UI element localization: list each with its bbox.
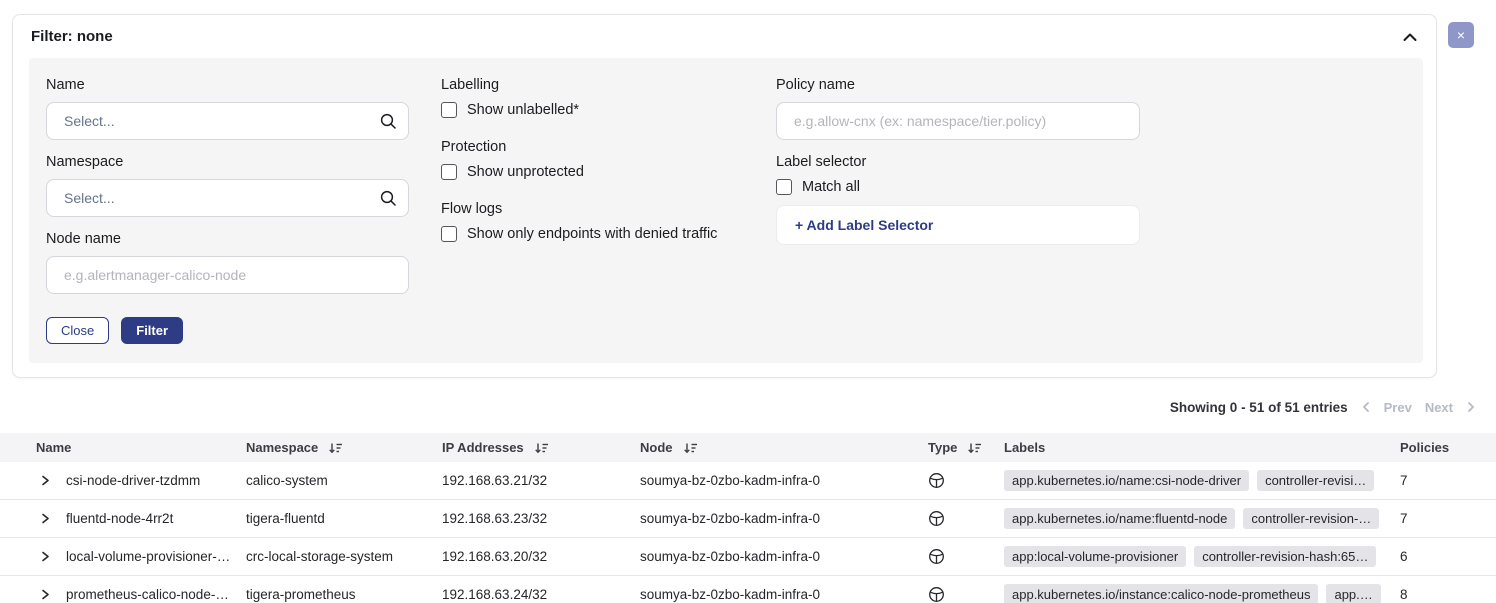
endpoint-name[interactable]: prometheus-calico-node-… xyxy=(66,587,229,602)
filter-column-left: Name Namespace Node name xyxy=(46,58,409,344)
endpoint-ip: 192.168.63.24/32 xyxy=(442,587,547,602)
next-chevron-icon[interactable] xyxy=(1466,402,1476,412)
expand-row-icon[interactable] xyxy=(36,586,54,603)
add-label-selector-button[interactable]: + Add Label Selector xyxy=(776,205,1140,245)
column-header-ip-addresses[interactable]: IP Addresses xyxy=(442,440,640,455)
policy-name-input[interactable] xyxy=(776,102,1140,140)
filter-panel-header: Filter: none xyxy=(13,15,1436,58)
pod-icon xyxy=(928,548,945,565)
prev-chevron-icon[interactable] xyxy=(1361,402,1371,412)
node-name-field-label: Node name xyxy=(46,231,409,247)
filter-button[interactable]: Filter xyxy=(121,317,183,344)
label-chip: app:local-volume-provisioner xyxy=(1004,546,1186,567)
checkbox-icon xyxy=(776,179,792,195)
label-chip: app.kubernetes.io/instance:calico-node-p… xyxy=(1004,584,1318,603)
filter-column-middle: Labelling Show unlabelled* Protection Sh… xyxy=(441,58,771,242)
show-unprotected-checkbox[interactable]: Show unprotected xyxy=(441,164,771,180)
labelling-section-label: Labelling xyxy=(441,77,771,93)
expand-row-icon[interactable] xyxy=(36,510,54,528)
endpoint-ip: 192.168.63.23/32 xyxy=(442,511,547,526)
pod-icon xyxy=(928,586,945,603)
denied-traffic-checkbox[interactable]: Show only endpoints with denied traffic xyxy=(441,226,771,242)
prev-page-link[interactable]: Prev xyxy=(1384,400,1412,415)
sort-icon xyxy=(967,441,982,455)
pager: Prev Next xyxy=(1361,400,1476,415)
checkbox-icon xyxy=(441,102,457,118)
label-selector-section-label: Label selector xyxy=(776,154,1140,170)
flow-logs-section-label: Flow logs xyxy=(441,201,771,217)
name-select-input[interactable] xyxy=(46,102,409,140)
namespace-select-input[interactable] xyxy=(46,179,409,217)
table-row: csi-node-driver-tzdmm calico-system 192.… xyxy=(0,462,1496,500)
endpoint-namespace: tigera-prometheus xyxy=(246,587,356,602)
sort-icon xyxy=(328,441,343,455)
label-chip: app.kubernetes.io/name:csi-node-driver xyxy=(1004,470,1249,491)
endpoint-namespace: crc-local-storage-system xyxy=(246,549,393,564)
pod-icon xyxy=(928,510,945,527)
label-chip: app.… xyxy=(1326,584,1380,603)
policy-name-field-label: Policy name xyxy=(776,77,1140,93)
denied-traffic-label: Show only endpoints with denied traffic xyxy=(467,226,717,242)
table-row: fluentd-node-4rr2t tigera-fluentd 192.16… xyxy=(0,500,1496,538)
show-unlabelled-label: Show unlabelled* xyxy=(467,102,579,118)
endpoint-namespace: calico-system xyxy=(246,473,328,488)
expand-row-icon[interactable] xyxy=(36,472,54,490)
table-row: local-volume-provisioner-… crc-local-sto… xyxy=(0,538,1496,576)
collapse-panel-button[interactable] xyxy=(1398,25,1422,49)
endpoint-node: soumya-bz-0zbo-kadm-infra-0 xyxy=(640,587,820,602)
label-chip: app.kubernetes.io/name:fluentd-node xyxy=(1004,508,1235,529)
filter-column-right: Policy name Label selector Match all + A… xyxy=(776,58,1140,245)
endpoint-name[interactable]: fluentd-node-4rr2t xyxy=(66,511,173,526)
pod-icon xyxy=(928,472,945,489)
endpoint-node: soumya-bz-0zbo-kadm-infra-0 xyxy=(640,473,820,488)
match-all-label: Match all xyxy=(802,179,860,195)
next-page-link[interactable]: Next xyxy=(1425,400,1453,415)
name-field-label: Name xyxy=(46,77,409,93)
chevron-up-icon xyxy=(1403,33,1417,42)
match-all-checkbox[interactable]: Match all xyxy=(776,179,1140,195)
column-header-name[interactable]: Name xyxy=(0,440,246,455)
node-name-input[interactable] xyxy=(46,256,409,294)
table-row: prometheus-calico-node-… tigera-promethe… xyxy=(0,576,1496,603)
checkbox-icon xyxy=(441,164,457,180)
add-label-selector-label: + Add Label Selector xyxy=(795,217,933,233)
endpoints-table: Name Namespace IP Addresses Node Type La… xyxy=(0,433,1496,603)
close-button[interactable]: Close xyxy=(46,317,109,344)
endpoint-ip: 192.168.63.20/32 xyxy=(442,549,547,564)
filter-panel: Filter: none Name Namespace xyxy=(12,14,1437,378)
policies-count: 8 xyxy=(1400,587,1408,602)
sort-icon xyxy=(534,441,549,455)
label-chip: controller-revision-hash:65… xyxy=(1194,546,1376,567)
label-chip: controller-revisi… xyxy=(1257,470,1374,491)
policies-count: 7 xyxy=(1400,473,1408,488)
column-header-namespace[interactable]: Namespace xyxy=(246,440,442,455)
expand-row-icon[interactable] xyxy=(36,548,54,566)
label-chip: controller-revision-… xyxy=(1243,508,1379,529)
close-panel-x-button[interactable]: × xyxy=(1448,22,1474,48)
policies-count: 6 xyxy=(1400,549,1408,564)
endpoint-namespace: tigera-fluentd xyxy=(246,511,325,526)
column-header-policies: Policies xyxy=(1394,440,1496,455)
column-header-type[interactable]: Type xyxy=(928,440,1004,455)
endpoint-name[interactable]: local-volume-provisioner-… xyxy=(66,549,230,564)
endpoint-node: soumya-bz-0zbo-kadm-infra-0 xyxy=(640,511,820,526)
sort-icon xyxy=(683,441,698,455)
endpoint-ip: 192.168.63.21/32 xyxy=(442,473,547,488)
show-unlabelled-checkbox[interactable]: Show unlabelled* xyxy=(441,102,771,118)
table-header-row: Name Namespace IP Addresses Node Type La… xyxy=(0,433,1496,462)
filter-form: Name Namespace Node name xyxy=(29,58,1423,363)
endpoint-node: soumya-bz-0zbo-kadm-infra-0 xyxy=(640,549,820,564)
pagination-bar: Showing 0 - 51 of 51 entries Prev Next xyxy=(1170,397,1476,417)
column-header-node[interactable]: Node xyxy=(640,440,928,455)
filter-title: Filter: none xyxy=(31,28,113,45)
column-header-labels: Labels xyxy=(1004,440,1394,455)
show-unprotected-label: Show unprotected xyxy=(467,164,584,180)
endpoint-name[interactable]: csi-node-driver-tzdmm xyxy=(66,473,200,488)
policies-count: 7 xyxy=(1400,511,1408,526)
entries-summary: Showing 0 - 51 of 51 entries xyxy=(1170,400,1348,415)
namespace-field-label: Namespace xyxy=(46,154,409,170)
protection-section-label: Protection xyxy=(441,139,771,155)
checkbox-icon xyxy=(441,226,457,242)
